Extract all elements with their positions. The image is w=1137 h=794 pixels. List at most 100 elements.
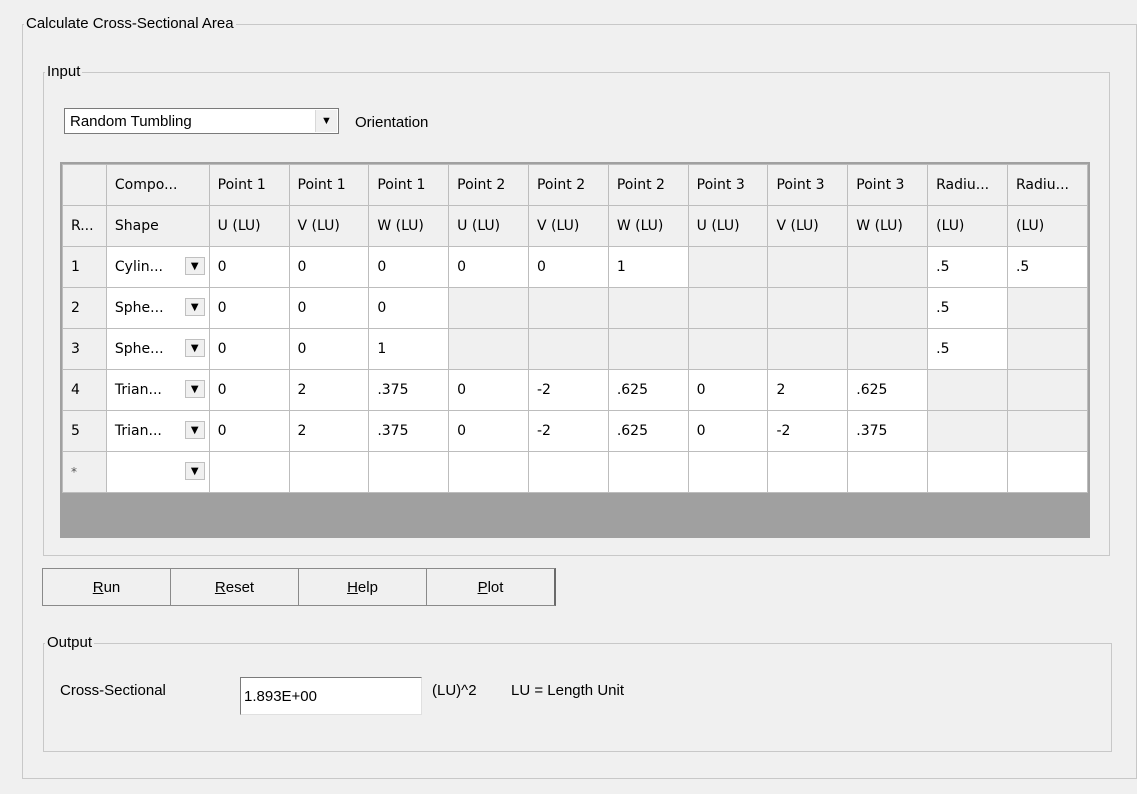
table-cell[interactable]: [767, 246, 849, 288]
column-header[interactable]: V (LU): [767, 205, 849, 247]
column-header[interactable]: Radiu...: [1006, 164, 1089, 206]
table-cell[interactable]: [847, 246, 929, 288]
column-header[interactable]: U (LU): [687, 205, 769, 247]
column-header[interactable]: Point 1: [208, 164, 290, 206]
table-cell[interactable]: [767, 328, 849, 370]
table-cell[interactable]: [1006, 287, 1089, 329]
table-cell[interactable]: 0: [687, 369, 769, 411]
column-header[interactable]: U (LU): [448, 205, 529, 247]
table-cell[interactable]: 2: [288, 369, 370, 411]
chevron-down-icon[interactable]: ▼: [184, 421, 205, 439]
shape-select[interactable]: ▼: [105, 451, 210, 493]
column-header[interactable]: W (LU): [607, 205, 689, 247]
chevron-down-icon[interactable]: ▼: [184, 462, 205, 480]
table-cell[interactable]: 0: [527, 246, 609, 288]
table-cell[interactable]: [687, 287, 769, 329]
column-header[interactable]: Point 3: [687, 164, 769, 206]
table-cell[interactable]: [927, 369, 1008, 411]
table-cell[interactable]: 0: [448, 369, 529, 411]
orientation-select[interactable]: Random Tumbling ▼: [64, 108, 339, 134]
table-cell[interactable]: [288, 451, 370, 493]
table-cell[interactable]: 0: [288, 287, 370, 329]
table-cell[interactable]: 0: [368, 246, 450, 288]
table-cell[interactable]: .375: [368, 369, 450, 411]
table-cell[interactable]: .625: [607, 369, 689, 411]
table-cell[interactable]: [607, 328, 689, 370]
column-header[interactable]: Point 2: [607, 164, 689, 206]
column-header[interactable]: Radiu...: [927, 164, 1008, 206]
shape-select[interactable]: Sphe... ▼: [105, 287, 210, 329]
table-cell[interactable]: [847, 451, 929, 493]
column-header[interactable]: R...: [62, 205, 107, 247]
help-button[interactable]: Help: [298, 568, 428, 606]
table-cell[interactable]: [1006, 369, 1089, 411]
table-cell[interactable]: .5: [1006, 246, 1089, 288]
table-cell[interactable]: [208, 451, 290, 493]
table-cell[interactable]: [607, 451, 689, 493]
column-header[interactable]: (LU): [927, 205, 1008, 247]
table-cell[interactable]: -2: [527, 369, 609, 411]
cross-sectional-field[interactable]: [240, 677, 422, 715]
column-header[interactable]: Point 2: [448, 164, 529, 206]
table-cell[interactable]: [847, 287, 929, 329]
column-header[interactable]: (LU): [1006, 205, 1089, 247]
column-header[interactable]: Shape: [105, 205, 210, 247]
table-cell[interactable]: 0: [288, 328, 370, 370]
table-cell[interactable]: .375: [847, 410, 929, 452]
table-cell[interactable]: 0: [288, 246, 370, 288]
chevron-down-icon[interactable]: ▼: [184, 298, 205, 316]
column-header[interactable]: V (LU): [527, 205, 609, 247]
column-header[interactable]: Point 1: [368, 164, 450, 206]
table-cell[interactable]: [687, 246, 769, 288]
table-cell[interactable]: [927, 410, 1008, 452]
table-cell[interactable]: [927, 451, 1008, 493]
new-row-marker[interactable]: *: [62, 451, 107, 493]
table-cell[interactable]: [687, 451, 769, 493]
table-cell[interactable]: [527, 451, 609, 493]
table-cell[interactable]: .625: [847, 369, 929, 411]
table-cell[interactable]: .5: [927, 246, 1008, 288]
table-cell[interactable]: [1006, 451, 1089, 493]
table-cell[interactable]: [448, 451, 529, 493]
shape-select[interactable]: Trian... ▼: [105, 410, 210, 452]
table-cell[interactable]: [767, 287, 849, 329]
chevron-down-icon[interactable]: ▼: [184, 339, 205, 357]
table-cell[interactable]: .5: [927, 328, 1008, 370]
row-header[interactable]: 1: [62, 246, 107, 288]
table-cell[interactable]: [847, 328, 929, 370]
column-header[interactable]: W (LU): [368, 205, 450, 247]
table-cell[interactable]: 1: [368, 328, 450, 370]
chevron-down-icon[interactable]: ▼: [315, 110, 337, 132]
run-button[interactable]: Run: [42, 568, 172, 606]
column-header[interactable]: Compo...: [105, 164, 210, 206]
table-cell[interactable]: [448, 328, 529, 370]
column-header[interactable]: W (LU): [847, 205, 929, 247]
table-cell[interactable]: 2: [288, 410, 370, 452]
table-cell[interactable]: 0: [208, 369, 290, 411]
table-cell[interactable]: [448, 287, 529, 329]
table-cell[interactable]: 0: [208, 287, 290, 329]
plot-button[interactable]: Plot: [426, 568, 556, 606]
column-header[interactable]: Point 1: [288, 164, 370, 206]
table-cell[interactable]: [368, 451, 450, 493]
row-header[interactable]: 4: [62, 369, 107, 411]
table-cell[interactable]: 2: [767, 369, 849, 411]
table-cell[interactable]: .375: [368, 410, 450, 452]
row-header[interactable]: 5: [62, 410, 107, 452]
shape-select[interactable]: Cylin... ▼: [105, 246, 210, 288]
table-cell[interactable]: [527, 328, 609, 370]
table-cell[interactable]: [527, 287, 609, 329]
table-cell[interactable]: [607, 287, 689, 329]
column-header[interactable]: V (LU): [288, 205, 370, 247]
table-cell[interactable]: 0: [208, 328, 290, 370]
table-cell[interactable]: 0: [208, 246, 290, 288]
chevron-down-icon[interactable]: ▼: [184, 380, 205, 398]
row-header[interactable]: 3: [62, 328, 107, 370]
shape-select[interactable]: Trian... ▼: [105, 369, 210, 411]
column-header[interactable]: Point 3: [767, 164, 849, 206]
table-cell[interactable]: 0: [208, 410, 290, 452]
column-header[interactable]: Point 3: [847, 164, 929, 206]
row-header[interactable]: 2: [62, 287, 107, 329]
table-cell[interactable]: 0: [368, 287, 450, 329]
column-header[interactable]: U (LU): [208, 205, 290, 247]
